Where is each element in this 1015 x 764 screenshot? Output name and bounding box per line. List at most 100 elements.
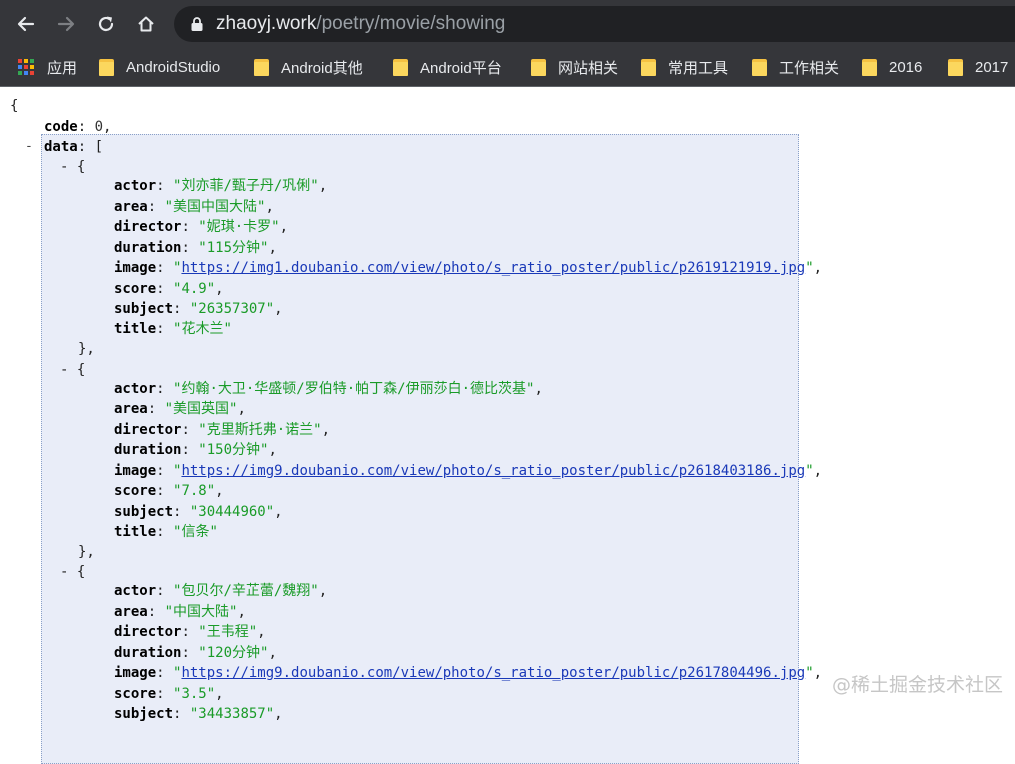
reload-button[interactable]: [90, 8, 122, 40]
json-string: "约翰·大卫·华盛顿/罗伯特·帕丁森/伊丽莎白·德比茨基": [173, 381, 535, 397]
folder-icon: [641, 58, 656, 76]
json-key: duration: [114, 645, 182, 661]
json-key: duration: [114, 240, 182, 256]
collapse-toggle-item[interactable]: -: [60, 564, 68, 580]
json-string: "克里斯托弗·诺兰": [198, 422, 322, 438]
json-key: area: [114, 401, 148, 417]
back-button[interactable]: [10, 8, 42, 40]
apps-grid-icon: [18, 59, 34, 75]
forward-button[interactable]: [50, 8, 82, 40]
bookmark-label: 2016: [889, 58, 923, 76]
json-string: "包贝尔/辛芷蕾/魏翔": [173, 583, 319, 599]
json-field-image: image: "https://img1.doubanio.com/view/p…: [114, 260, 823, 276]
json-key: area: [114, 604, 148, 620]
image-link[interactable]: https://img9.doubanio.com/view/photo/s_r…: [181, 463, 805, 479]
json-data-line: data: [: [44, 139, 104, 155]
bookmark-apps[interactable]: 应用: [18, 48, 77, 86]
bookmark-label: 工作相关: [779, 59, 840, 77]
bookmark-label: 2017: [975, 58, 1009, 76]
bookmark-label: Android其他: [281, 59, 363, 77]
json-string: "美国中国大陆": [164, 199, 266, 215]
image-link[interactable]: https://img9.doubanio.com/view/photo/s_r…: [181, 665, 805, 681]
json-field-actor: actor: "包贝尔/辛芷蕾/魏翔",: [114, 583, 328, 599]
json-field-subject: subject: "30444960",: [114, 504, 283, 520]
json-field-title: title: "花木兰": [114, 321, 232, 337]
bookmark-folder-androidstudio[interactable]: AndroidStudio: [99, 48, 220, 86]
json-key: director: [114, 422, 182, 438]
json-field-image: image: "https://img9.doubanio.com/view/p…: [114, 463, 823, 479]
json-string: "中国大陆": [164, 604, 238, 620]
address-bar[interactable]: zhaoyj.work/poetry/movie/showing: [174, 6, 1015, 42]
browser-toolbar: zhaoyj.work/poetry/movie/showing: [0, 0, 1015, 48]
json-key: area: [114, 199, 148, 215]
folder-icon: [99, 58, 114, 76]
json-string: "美国英国": [164, 401, 238, 417]
folder-icon: [752, 58, 767, 76]
image-link[interactable]: https://img1.doubanio.com/view/photo/s_r…: [181, 260, 805, 276]
json-open-brace: {: [10, 98, 19, 114]
lock-icon[interactable]: [190, 16, 204, 32]
json-field-director: director: "王韦程",: [114, 624, 266, 640]
json-key: image: [114, 463, 157, 479]
json-object-close: },: [78, 544, 95, 560]
json-key: score: [114, 281, 157, 297]
json-key: score: [114, 686, 157, 702]
home-icon: [138, 16, 154, 32]
bookmark-label: AndroidStudio: [126, 58, 221, 76]
bookmark-folder-tools[interactable]: 常用工具: [641, 48, 728, 86]
json-field-duration: duration: "150分钟",: [114, 442, 277, 458]
bookmark-folder-work[interactable]: 工作相关: [752, 48, 839, 86]
reload-icon: [98, 16, 114, 32]
json-key: title: [114, 321, 157, 337]
json-key: director: [114, 624, 182, 640]
home-button[interactable]: [130, 8, 162, 40]
json-key: actor: [114, 381, 157, 397]
arrow-right-icon: [57, 16, 75, 32]
bookmark-folder-website[interactable]: 网站相关: [531, 48, 618, 86]
json-field-subject: subject: "26357307",: [114, 301, 283, 317]
json-object-close: },: [78, 341, 95, 357]
json-key: actor: [114, 178, 157, 194]
json-field-image: image: "https://img9.doubanio.com/view/p…: [114, 665, 823, 681]
json-string: "120分钟": [198, 645, 269, 661]
watermark: @稀土掘金技术社区: [832, 674, 1004, 696]
json-object-open: - {: [60, 362, 86, 378]
json-object-open: - {: [60, 159, 86, 175]
json-code-line: code: 0,: [44, 119, 112, 135]
json-key: data: [44, 139, 78, 155]
bookmark-folder-2017[interactable]: 2017: [948, 48, 1008, 86]
folder-icon: [254, 58, 269, 76]
bookmark-folder-android-other[interactable]: Android其他: [254, 48, 363, 86]
json-field-director: director: "妮琪·卡罗",: [114, 219, 289, 235]
json-key: subject: [114, 706, 174, 722]
json-field-director: director: "克里斯托弗·诺兰",: [114, 422, 331, 438]
json-field-score: score: "4.9",: [114, 281, 224, 297]
json-key: subject: [114, 504, 174, 520]
url-path: /poetry/movie/showing: [316, 13, 506, 34]
json-field-score: score: "3.5",: [114, 686, 224, 702]
json-field-area: area: "美国英国",: [114, 401, 246, 417]
bookmark-folder-android-platform[interactable]: Android平台: [393, 48, 502, 86]
json-string: "刘亦菲/甄子丹/巩俐": [173, 178, 319, 194]
json-key: actor: [114, 583, 157, 599]
collapse-toggle-item[interactable]: -: [60, 159, 68, 175]
json-key: code: [44, 119, 78, 135]
bookmark-folder-2016[interactable]: 2016: [862, 48, 922, 86]
bookmark-label: 网站相关: [558, 59, 619, 77]
collapse-toggle-data[interactable]: -: [25, 137, 33, 157]
folder-icon: [531, 58, 546, 76]
json-string: "花木兰": [173, 321, 232, 337]
json-field-score: score: "7.8",: [114, 483, 224, 499]
url-text[interactable]: zhaoyj.work/poetry/movie/showing: [216, 13, 505, 35]
json-string: "26357307": [189, 301, 275, 317]
json-string: "115分钟": [198, 240, 269, 256]
json-string: "150分钟": [198, 442, 269, 458]
bookmark-label: 常用工具: [668, 59, 729, 77]
folder-icon: [393, 58, 408, 76]
folder-icon: [948, 58, 963, 76]
bookmarks-bar: 应用 AndroidStudio Android其他 Android平台 网站相…: [0, 48, 1015, 87]
json-string: "3.5": [173, 686, 216, 702]
json-number: 0: [94, 119, 104, 135]
collapse-toggle-item[interactable]: -: [60, 362, 68, 378]
json-string: "信条": [173, 524, 218, 540]
